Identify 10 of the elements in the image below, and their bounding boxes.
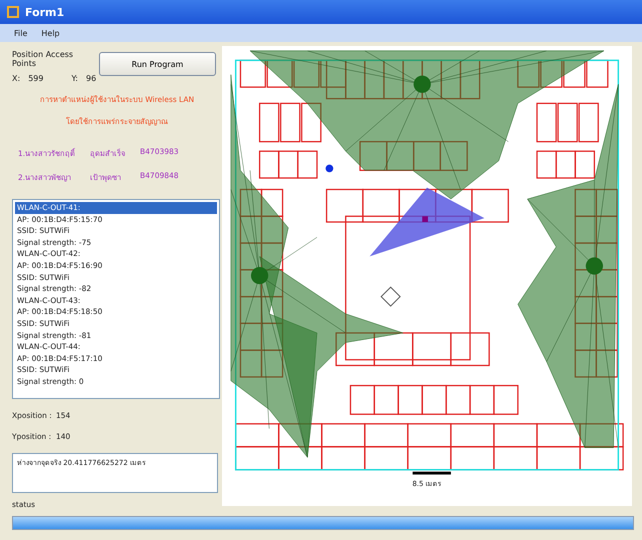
- menu-item[interactable]: Help: [41, 28, 60, 38]
- y-value: 96: [86, 74, 96, 83]
- window-title: Form1: [25, 6, 64, 18]
- run-program-button[interactable]: Run Program: [98, 52, 216, 76]
- menu-item[interactable]: File: [14, 28, 28, 38]
- access-point-label: Position Access Points: [12, 50, 74, 68]
- x-value: 599: [28, 74, 44, 83]
- app-icon: [6, 5, 20, 19]
- y-label: Y:: [71, 74, 78, 83]
- x-label: X:: [12, 74, 20, 83]
